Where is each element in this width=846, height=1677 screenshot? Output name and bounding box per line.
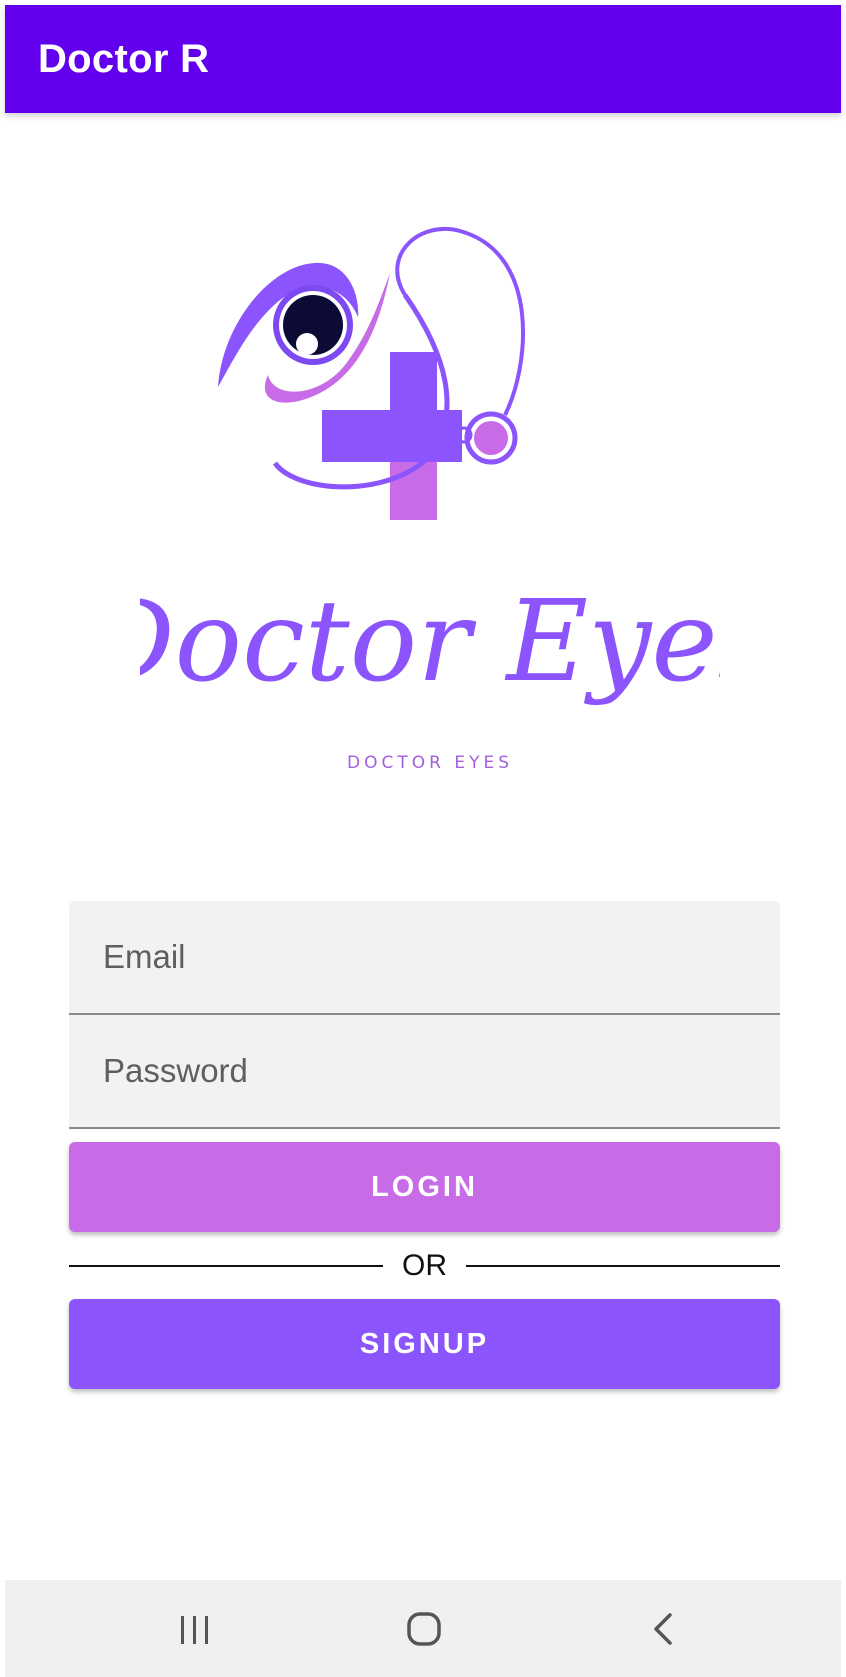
or-divider: OR xyxy=(69,1244,780,1288)
signup-button[interactable]: SIGNUP xyxy=(69,1299,780,1389)
login-button[interactable]: LOGIN xyxy=(69,1142,780,1232)
back-icon xyxy=(654,1613,672,1645)
email-placeholder: Email xyxy=(103,938,186,975)
doctor-eyes-logo: Doctor Eyes DOCTOR EYES xyxy=(140,225,720,780)
logo-script-text: Doctor Eyes xyxy=(140,577,720,707)
app-title: Doctor R xyxy=(38,37,210,81)
recents-icon xyxy=(181,1616,208,1644)
logo-tagline: DOCTOR EYES xyxy=(347,753,513,773)
app-bar: Doctor R xyxy=(5,5,841,113)
email-field[interactable]: Email xyxy=(69,901,780,1015)
home-button[interactable] xyxy=(394,1600,454,1660)
divider-line-right xyxy=(466,1265,780,1267)
logo-graphic: Doctor Eyes DOCTOR EYES xyxy=(140,227,720,773)
recents-button[interactable] xyxy=(165,1600,225,1660)
system-nav-bar xyxy=(5,1580,841,1677)
password-placeholder: Password xyxy=(103,1052,248,1089)
back-button[interactable] xyxy=(634,1600,694,1660)
password-field[interactable]: Password xyxy=(69,1015,780,1129)
home-icon xyxy=(407,1612,441,1646)
